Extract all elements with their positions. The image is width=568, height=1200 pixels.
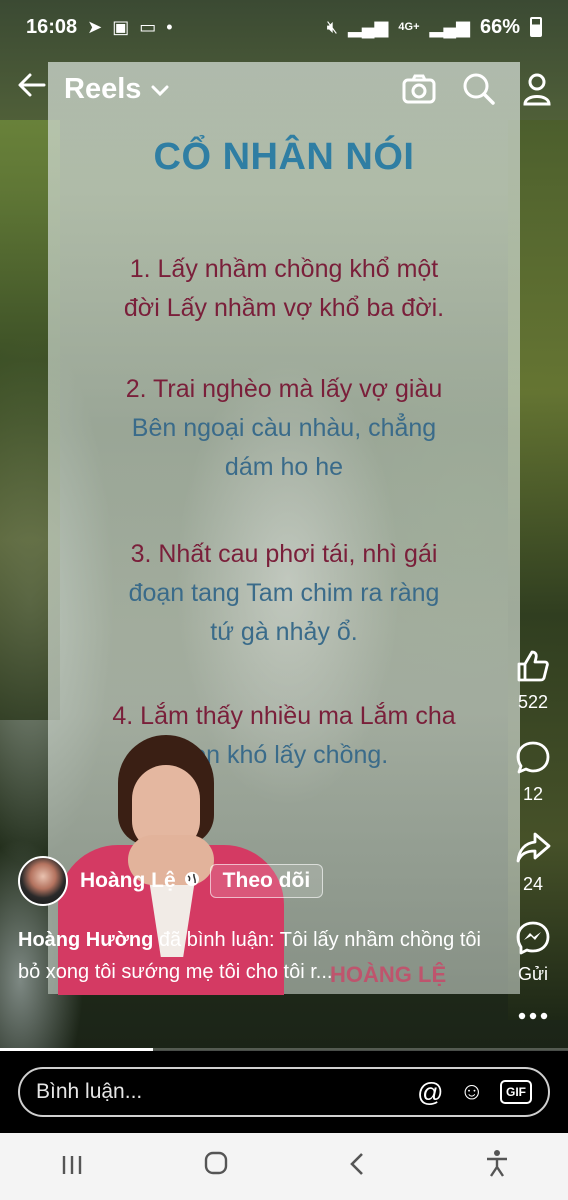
battery-percent: 66%	[479, 15, 520, 38]
gif-icon[interactable]: GIF	[500, 1080, 532, 1104]
verse-2-line-1: 2. Trai nghèo mà lấy vợ giàu	[125, 375, 443, 403]
comment-placeholder: Bình luận...	[36, 1080, 143, 1103]
emoji-icon[interactable]: ☺	[459, 1078, 484, 1106]
battery-icon	[530, 17, 542, 37]
like-count: 522	[517, 692, 549, 712]
verse-3-line-1: 3. Nhất cau phơi tái, nhì gái	[130, 540, 438, 568]
back-arrow-icon[interactable]	[16, 69, 56, 110]
like-button[interactable]: 522	[508, 648, 558, 713]
avatar[interactable]	[18, 856, 68, 906]
more-options-button[interactable]	[508, 1010, 558, 1022]
mention-icon[interactable]: @	[417, 1077, 443, 1108]
verse-4-line-1: 4. Lắm thấy nhiều ma Lắm cha	[112, 702, 456, 730]
messenger-send-button[interactable]: Gửi	[508, 920, 558, 985]
share-button[interactable]: 24	[508, 830, 558, 895]
back-icon[interactable]	[348, 1151, 366, 1183]
verse-3: 3. Nhất cau phơi tái, nhì gái đoạn tang …	[60, 535, 508, 652]
messenger-icon	[516, 921, 550, 955]
verse-1: 1. Lấy nhầm chồng khổ một đời Lấy nhầm v…	[60, 250, 508, 328]
profile-icon[interactable]	[522, 72, 552, 106]
poster-title: CỔ NHÂN NÓI	[153, 136, 415, 178]
verse-1-line-1: 1. Lấy nhầm chồng khổ một	[129, 255, 439, 283]
camera-icon[interactable]	[402, 74, 436, 104]
gallery-icon: ▣	[112, 16, 130, 37]
recent-apps-icon[interactable]	[60, 1151, 84, 1183]
verse-2-line-3: dám ho he	[224, 453, 344, 481]
mute-icon: 🔇︎	[326, 16, 338, 37]
commenter-name: Hoàng Hường	[18, 929, 154, 951]
comment-count: 12	[522, 784, 544, 804]
author-row: Hoàng Lệ Theo dõi	[18, 856, 324, 906]
verse-1-line-2: đời Lấy nhầm vợ khổ ba đời.	[123, 294, 445, 322]
verse-2: 2. Trai nghèo mà lấy vợ giàu Bên ngoại c…	[60, 370, 508, 487]
cell-signal-icon: ▂▄▆	[429, 16, 470, 37]
chevron-down-icon[interactable]	[151, 81, 169, 102]
comment-bubble-icon	[516, 741, 550, 774]
author-name[interactable]: Hoàng Lệ	[80, 869, 176, 893]
network-type: 4G+	[398, 21, 420, 33]
search-icon[interactable]	[462, 72, 496, 106]
reels-header: Reels	[0, 62, 568, 116]
wifi-signal-icon: ▂▄▆	[347, 16, 389, 37]
telegram-icon: ➤	[87, 16, 103, 37]
comment-preview[interactable]: Hoàng Hường đã bình luận: Tôi lấy nhầm c…	[18, 924, 488, 988]
home-icon[interactable]	[203, 1150, 229, 1183]
share-count: 24	[522, 874, 544, 894]
reels-title[interactable]: Reels	[64, 73, 141, 106]
send-label: Gửi	[517, 964, 549, 984]
thumbs-up-icon	[517, 650, 549, 682]
share-arrow-icon	[516, 832, 551, 863]
status-bar: 16:08 ➤ ▣ ▭ • 🔇︎ ▂▄▆ 4G+ ▂▄▆ 66%	[0, 0, 568, 54]
status-time: 16:08	[26, 15, 78, 38]
comment-button[interactable]: 12	[508, 740, 558, 805]
comment-input[interactable]: Bình luận... @ ☺ GIF	[18, 1067, 550, 1117]
dot-icon: •	[166, 16, 173, 37]
verse-2-line-2: Bên ngoại càu nhàu, chẳng	[131, 414, 437, 442]
follow-button[interactable]: Theo dõi	[209, 864, 324, 898]
accessibility-icon[interactable]	[485, 1149, 509, 1184]
verse-3-line-2: đoạn tang Tam chim ra ràng	[128, 579, 440, 607]
app-notification-icon: ▭	[139, 16, 157, 37]
android-nav-bar	[0, 1133, 568, 1200]
globe-icon	[184, 871, 200, 892]
more-dots-icon	[518, 1012, 548, 1020]
verse-3-line-3: tứ gà nhảy ổ.	[210, 618, 358, 646]
